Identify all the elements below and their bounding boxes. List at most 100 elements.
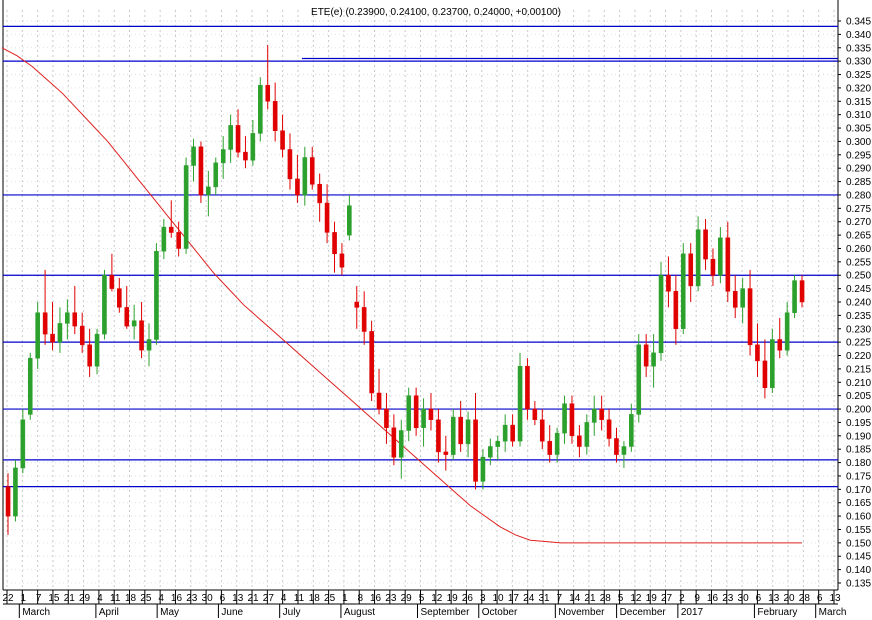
y-tick-label: 0.140 xyxy=(846,565,871,576)
x-day-label: 18 xyxy=(309,593,321,604)
candle-body xyxy=(502,424,508,442)
y-tick-label: 0.225 xyxy=(846,338,871,349)
candle-up xyxy=(680,243,686,335)
candle-body xyxy=(384,408,389,428)
candle-body xyxy=(577,435,582,447)
y-tick-label: 0.135 xyxy=(846,579,871,590)
y-tick-label: 0.300 xyxy=(846,137,871,148)
x-day-label: 21 xyxy=(584,593,596,604)
x-day-label: 19 xyxy=(447,593,459,604)
candle-body xyxy=(42,312,48,335)
candle-body xyxy=(480,456,486,482)
candle-body xyxy=(206,186,211,196)
candle-body xyxy=(695,229,701,287)
y-tick-label: 0.180 xyxy=(846,458,871,469)
candle-body xyxy=(784,312,790,351)
y-tick-label: 0.240 xyxy=(846,298,871,309)
x-day-label: 6 xyxy=(220,593,226,604)
x-day-label: 5 xyxy=(419,593,425,604)
candle-body xyxy=(725,237,731,292)
candle-body xyxy=(102,274,107,335)
y-tick-label: 0.305 xyxy=(846,124,871,135)
candle-body xyxy=(651,352,656,367)
candle-body xyxy=(339,253,345,268)
candle-up xyxy=(13,459,18,522)
candle-body xyxy=(755,344,760,362)
candle-body xyxy=(176,232,181,249)
candle-body xyxy=(20,419,26,469)
x-day-label: 3 xyxy=(480,593,486,604)
x-day-label: 29 xyxy=(79,593,91,604)
candle-body xyxy=(703,229,708,260)
candle-body xyxy=(629,414,634,447)
candle-body xyxy=(547,440,553,455)
y-tick-label: 0.160 xyxy=(846,512,871,523)
y-tick-label: 0.165 xyxy=(846,498,871,509)
candle-body xyxy=(510,424,515,442)
candle-body xyxy=(539,419,545,442)
candle-body xyxy=(117,288,122,308)
x-day-label: 23 xyxy=(722,593,734,604)
y-tick-label: 0.210 xyxy=(846,378,871,389)
x-day-label: 11 xyxy=(110,593,121,604)
candle-body xyxy=(354,301,360,308)
candle-body xyxy=(57,323,63,343)
candle-body xyxy=(465,419,471,445)
candle-body xyxy=(376,392,382,410)
candle-body xyxy=(324,202,330,233)
y-tick-label: 0.310 xyxy=(846,110,871,121)
candle-body xyxy=(228,125,233,150)
candle-body xyxy=(666,274,671,292)
y-tick-label: 0.285 xyxy=(846,177,871,188)
candle-body xyxy=(280,130,285,150)
candle-body xyxy=(287,149,293,180)
x-day-label: 12 xyxy=(431,593,443,604)
candle-up xyxy=(658,261,664,361)
candle-up xyxy=(183,157,189,254)
candle-body xyxy=(27,357,33,415)
x-day-label: 16 xyxy=(707,593,719,604)
x-day-label: 6 xyxy=(756,593,762,604)
y-tick-label: 0.280 xyxy=(846,190,871,201)
chart-container: 0.345 0.340 0.335 0.330 0.325 0.320 0.315 0.310… xyxy=(0,0,872,620)
candle-body xyxy=(131,320,137,327)
x-month-label: September xyxy=(421,607,471,618)
x-day-label: 21 xyxy=(247,593,259,604)
candle-body xyxy=(198,146,204,196)
candle-body xyxy=(265,84,271,102)
candle-body xyxy=(525,365,530,410)
candle-body xyxy=(5,486,11,517)
candle-body xyxy=(65,312,70,324)
x-month-label: 2017 xyxy=(681,607,704,618)
x-month-label: May xyxy=(160,607,179,618)
candle-body xyxy=(258,84,263,134)
candle-body xyxy=(109,274,115,289)
y-tick-label: 0.260 xyxy=(846,244,871,255)
x-day-label: 17 xyxy=(508,593,520,604)
x-day-label: 25 xyxy=(324,593,336,604)
candle-body xyxy=(87,344,92,367)
candle-body xyxy=(428,408,434,420)
candle-body xyxy=(124,307,130,327)
x-day-label: 25 xyxy=(140,593,152,604)
y-tick-label: 0.215 xyxy=(846,364,871,375)
candle-body xyxy=(680,253,686,329)
y-tick-label: 0.340 xyxy=(846,30,871,41)
candle-body xyxy=(243,151,248,161)
candle-body xyxy=(220,149,226,164)
candle-down xyxy=(369,320,374,402)
y-tick-label: 0.275 xyxy=(846,204,871,215)
x-day-label: 13 xyxy=(768,593,780,604)
candle-body xyxy=(235,125,241,153)
candle-body xyxy=(710,258,716,276)
x-day-label: 16 xyxy=(370,593,382,604)
candle-body xyxy=(569,403,575,437)
x-day-label: 11 xyxy=(294,593,305,604)
x-day-label: 7 xyxy=(557,593,563,604)
candle-body xyxy=(777,339,783,351)
x-day-label: 5 xyxy=(618,593,624,604)
x-day-label: 4 xyxy=(158,593,164,604)
candle-body xyxy=(450,416,456,455)
x-day-label: 1 xyxy=(342,593,348,604)
candle-body xyxy=(458,416,463,445)
